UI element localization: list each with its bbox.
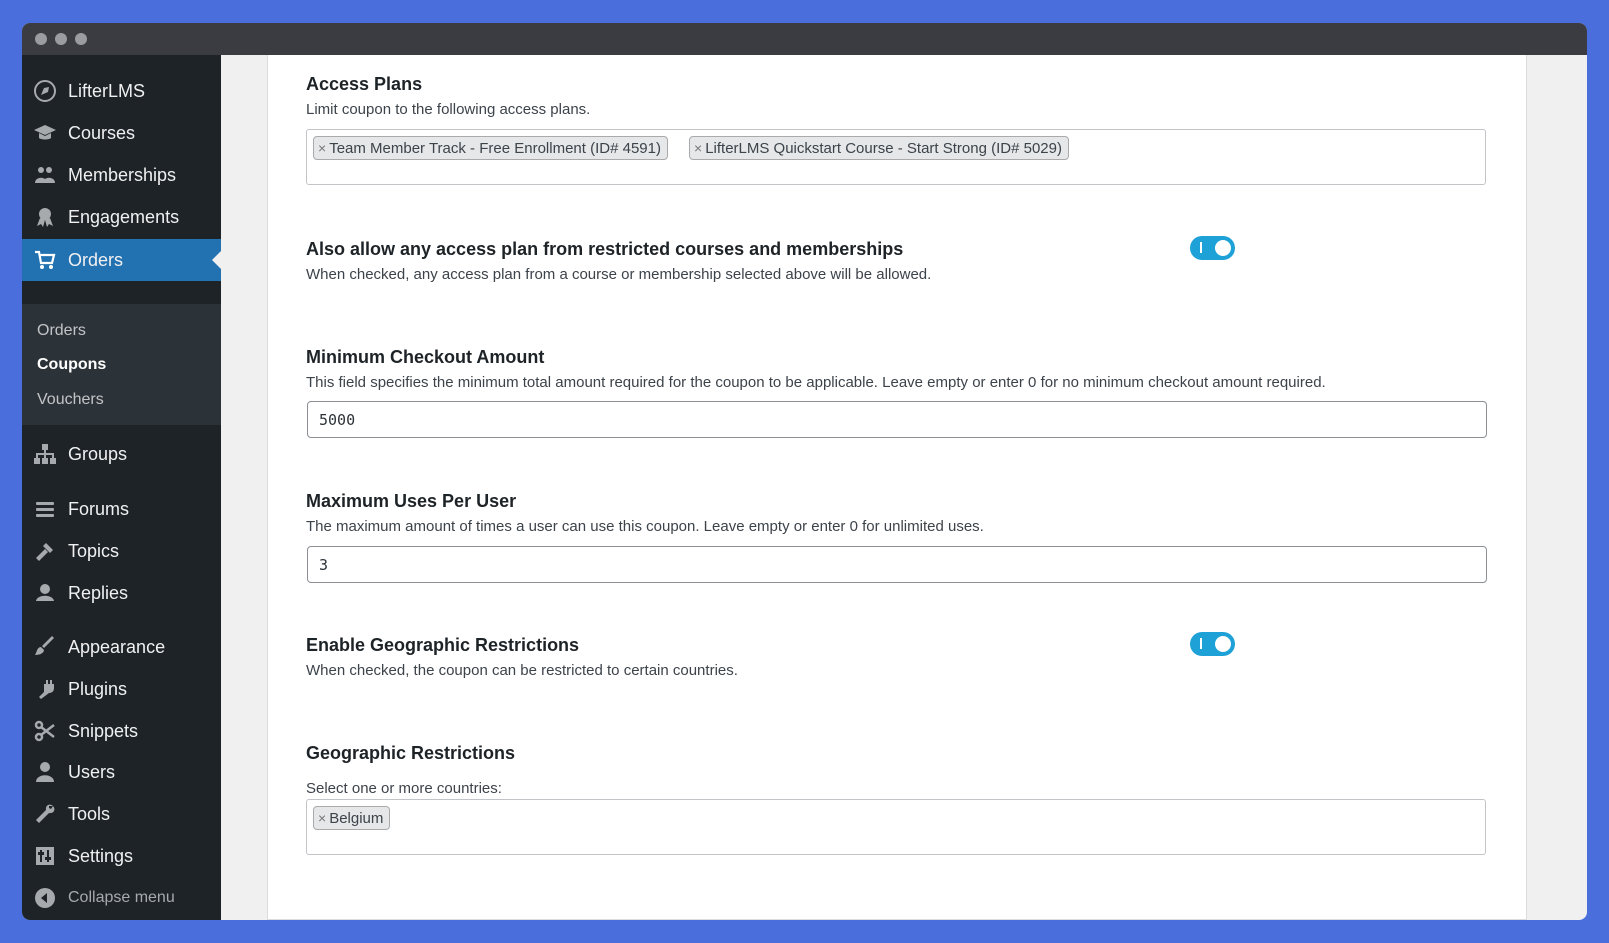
max-uses-description: The maximum amount of times a user can u… <box>306 518 984 535</box>
lifterlms-rocket-icon <box>32 78 58 104</box>
orders-submenu: Orders Coupons Vouchers <box>22 304 221 425</box>
sidebar-item-label: Courses <box>68 122 136 143</box>
replies-icon <box>32 580 58 606</box>
sidebar-item-label: Plugins <box>68 678 128 699</box>
window-titlebar <box>22 23 1587 55</box>
access-plans-description: Limit coupon to the following access pla… <box>306 101 591 118</box>
sidebar-item-label: LifterLMS <box>68 80 146 101</box>
geo-restrictions-description: Select one or more countries: <box>306 780 502 797</box>
geo-enable-toggle[interactable] <box>1190 632 1235 656</box>
submenu-item-orders[interactable]: Orders <box>37 322 86 340</box>
remove-tag-icon[interactable]: × <box>318 810 326 826</box>
cart-icon <box>32 247 58 273</box>
access-plan-tag: × LifterLMS Quickstart Course - Start St… <box>689 136 1069 160</box>
sidebar-item-memberships[interactable]: Memberships <box>22 155 221 195</box>
scissors-icon <box>32 718 58 744</box>
access-plan-tag: × Team Member Track - Free Enrollment (I… <box>313 136 668 160</box>
window-control-dot[interactable] <box>35 33 47 45</box>
sidebar-item-courses[interactable]: Courses <box>22 113 221 153</box>
admin-sidebar: LifterLMS Courses Memberships Engagement… <box>22 55 221 920</box>
allow-restricted-label: Also allow any access plan from restrict… <box>306 239 904 259</box>
toggle-on-mark <box>1200 242 1202 253</box>
access-plans-select[interactable]: × Team Member Track - Free Enrollment (I… <box>306 129 1486 185</box>
allow-restricted-description: When checked, any access plan from a cou… <box>306 266 932 283</box>
user-icon <box>32 759 58 785</box>
remove-tag-icon[interactable]: × <box>694 140 702 156</box>
forums-icon <box>32 496 58 522</box>
country-tag: × Belgium <box>313 806 391 830</box>
paintbrush-icon <box>32 634 58 660</box>
collapse-menu-label: Collapse menu <box>68 889 175 906</box>
plug-icon <box>32 676 58 702</box>
sidebar-item-tools[interactable]: Tools <box>22 794 221 834</box>
window-control-dot[interactable] <box>55 33 67 45</box>
graduation-cap-icon <box>32 120 58 146</box>
sidebar-item-replies[interactable]: Replies <box>22 573 221 613</box>
min-checkout-description: This field specifies the minimum total a… <box>306 374 1326 391</box>
submenu-item-coupons[interactable]: Coupons <box>37 356 106 374</box>
sidebar-item-label: Forums <box>68 498 130 519</box>
toggle-on-mark <box>1200 638 1202 649</box>
sidebar-item-label: Appearance <box>68 636 166 657</box>
sidebar-item-label: Tools <box>68 803 111 824</box>
submenu-item-vouchers[interactable]: Vouchers <box>37 391 104 409</box>
tag-label: LifterLMS Quickstart Course - Start Stro… <box>705 139 1062 157</box>
max-uses-label: Maximum Uses Per User <box>306 491 517 511</box>
sidebar-item-label: Settings <box>68 845 134 866</box>
geo-enable-description: When checked, the coupon can be restrict… <box>306 662 738 679</box>
sidebar-item-settings[interactable]: Settings <box>22 836 221 876</box>
app-window: LifterLMS Courses Memberships Engagement… <box>22 23 1587 920</box>
coupon-settings-panel: Access Plans Limit coupon to the followi… <box>267 55 1527 920</box>
groups-icon <box>32 162 58 188</box>
max-uses-input[interactable]: 3 <box>307 546 1487 583</box>
min-checkout-label: Minimum Checkout Amount <box>306 347 545 367</box>
toggle-knob <box>1215 240 1231 256</box>
sidebar-item-topics[interactable]: Topics <box>22 531 221 571</box>
window-control-dot[interactable] <box>75 33 87 45</box>
access-plans-label: Access Plans <box>306 74 423 94</box>
sidebar-item-label: Topics <box>68 540 120 561</box>
sitemap-icon <box>32 441 58 467</box>
remove-tag-icon[interactable]: × <box>318 140 326 156</box>
sidebar-item-label: Engagements <box>68 206 180 227</box>
sidebar-item-lifterlms[interactable]: LifterLMS <box>22 71 221 111</box>
toggle-knob <box>1215 636 1231 652</box>
sidebar-item-label: Orders <box>68 249 124 270</box>
countries-select[interactable]: × Belgium <box>306 799 1486 855</box>
geo-restrictions-label: Geographic Restrictions <box>306 743 516 763</box>
sidebar-item-snippets[interactable]: Snippets <box>22 711 221 751</box>
sidebar-item-users[interactable]: Users <box>22 752 221 792</box>
sidebar-item-appearance[interactable]: Appearance <box>22 627 221 667</box>
settings-icon <box>32 843 58 869</box>
allow-restricted-toggle[interactable] <box>1190 236 1235 260</box>
sidebar-item-plugins[interactable]: Plugins <box>22 669 221 709</box>
sidebar-item-orders[interactable]: Orders <box>22 239 221 281</box>
sidebar-item-label: Memberships <box>68 164 177 185</box>
sidebar-item-label: Snippets <box>68 720 139 741</box>
sidebar-item-label: Replies <box>68 582 129 603</box>
min-checkout-input[interactable]: 5000 <box>307 401 1487 438</box>
topics-icon <box>32 538 58 564</box>
collapse-arrow-icon <box>32 885 58 911</box>
sidebar-item-label: Users <box>68 761 116 782</box>
award-icon <box>32 204 58 230</box>
wrench-icon <box>32 801 58 827</box>
tag-label: Belgium <box>329 809 384 827</box>
tag-label: Team Member Track - Free Enrollment (ID#… <box>329 139 661 157</box>
sidebar-item-forums[interactable]: Forums <box>22 489 221 529</box>
sidebar-item-label: Groups <box>68 443 128 464</box>
sidebar-item-engagements[interactable]: Engagements <box>22 197 221 237</box>
geo-enable-label: Enable Geographic Restrictions <box>306 635 580 655</box>
sidebar-item-groups[interactable]: Groups <box>22 434 221 474</box>
collapse-menu-button[interactable]: Collapse menu <box>22 878 221 918</box>
